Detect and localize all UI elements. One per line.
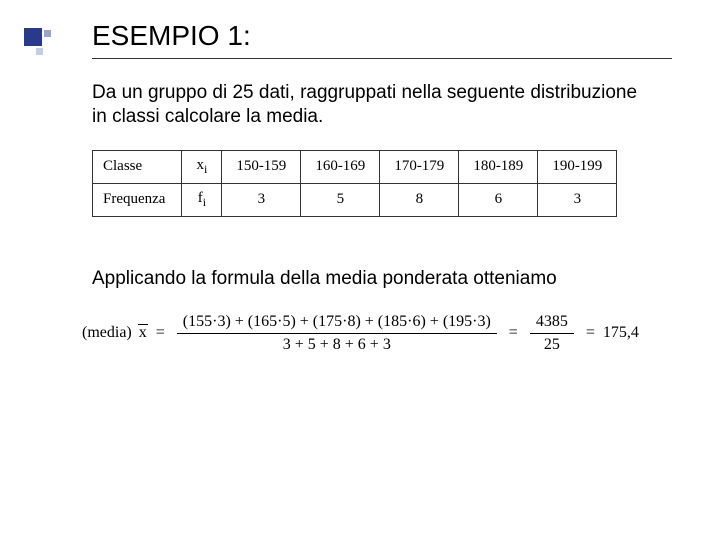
fraction-denominator: 3 + 5 + 8 + 6 + 3 <box>277 334 397 356</box>
table-cell: 180-189 <box>459 150 538 183</box>
table-cell: 8 <box>380 183 459 216</box>
fraction-denominator: 25 <box>538 334 566 356</box>
fraction-numerator: 4385 <box>530 311 574 333</box>
x-bar-symbol: x <box>138 324 148 342</box>
table-cell: 170-179 <box>380 150 459 183</box>
equals-sign: = <box>156 324 165 342</box>
page-title: ESEMPIO 1: <box>92 20 680 52</box>
table-row: Classe xi 150-159 160-169 170-179 180-18… <box>93 150 617 183</box>
row-label: Frequenza <box>93 183 182 216</box>
slide-content: ESEMPIO 1: Da un gruppo di 25 dati, ragg… <box>92 20 680 356</box>
main-fraction: (155·3) + (165·5) + (175·8) + (185·6) + … <box>177 311 497 356</box>
formula-intro-paragraph: Applicando la formula della media ponder… <box>92 267 652 291</box>
row-symbol: fi <box>182 183 222 216</box>
weighted-mean-formula: (media) x = (155·3) + (165·5) + (175·8) … <box>82 311 680 356</box>
formula-lhs-label: (media) <box>82 324 132 342</box>
table-cell: 3 <box>538 183 617 216</box>
table-cell: 150-159 <box>222 150 301 183</box>
table-cell: 6 <box>459 183 538 216</box>
title-underline <box>92 58 672 59</box>
table-cell: 3 <box>222 183 301 216</box>
row-symbol: xi <box>182 150 222 183</box>
table-cell: 5 <box>301 183 380 216</box>
table-row: Frequenza fi 3 5 8 6 3 <box>93 183 617 216</box>
equals-sign: = <box>509 324 518 342</box>
intro-paragraph: Da un gruppo di 25 dati, raggruppati nel… <box>92 81 652 130</box>
equals-sign: = <box>586 324 595 342</box>
table-cell: 190-199 <box>538 150 617 183</box>
data-table: Classe xi 150-159 160-169 170-179 180-18… <box>92 150 617 217</box>
formula-result: 175,4 <box>603 324 639 342</box>
result-fraction: 4385 25 <box>530 311 574 356</box>
table-cell: 160-169 <box>301 150 380 183</box>
slide-bullet-decoration <box>24 28 50 54</box>
row-label: Classe <box>93 150 182 183</box>
fraction-numerator: (155·3) + (165·5) + (175·8) + (185·6) + … <box>177 311 497 333</box>
